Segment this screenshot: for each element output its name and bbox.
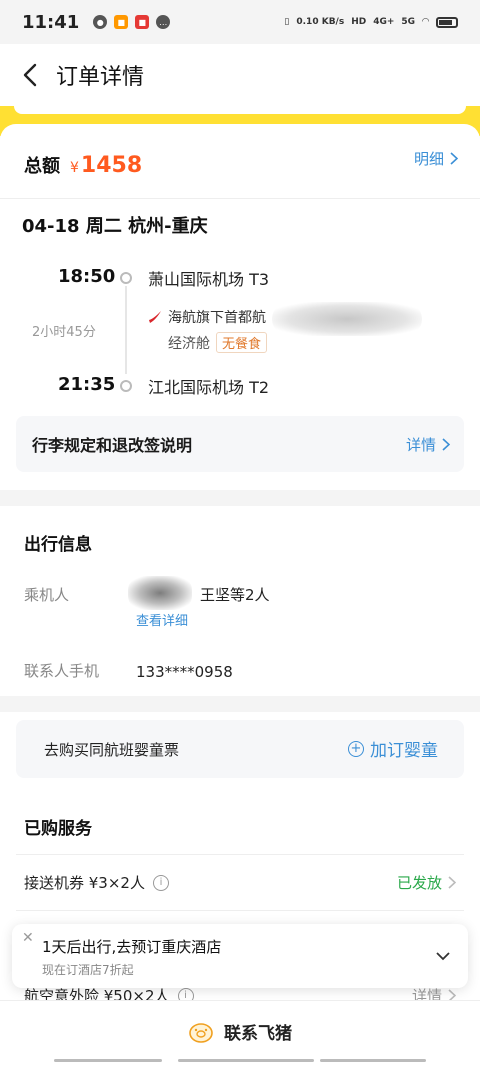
add-infant-label: 加订婴童 (370, 741, 438, 761)
service-status-label: 已发放 (396, 874, 442, 892)
arrive-time: 21:35 (58, 374, 116, 395)
airline-logo-icon (149, 311, 161, 323)
message-icon: … (156, 15, 171, 29)
app-badge-icon: ■ (114, 15, 129, 29)
app-notification-icon: ● (93, 15, 108, 29)
chevron-right-icon (442, 438, 450, 451)
airline-name: 海航旗下首都航 (168, 310, 266, 326)
depart-time: 18:50 (58, 266, 116, 287)
cabin-class: 经济舱 (168, 335, 210, 352)
wifi-icon: ◠ (422, 17, 429, 27)
plus-circle-icon: + (348, 740, 364, 757)
redacted-flight-number (272, 302, 422, 336)
back-arrow-icon[interactable] (10, 55, 50, 95)
bottom-bar: 联系飞猪 (0, 1000, 480, 1066)
nav-indicator (54, 1059, 162, 1062)
total-amount: 1458 (80, 153, 143, 178)
nav-indicator (320, 1059, 426, 1062)
flight-duration: 2小时45分 (32, 325, 96, 340)
contact-fliggy-label: 联系飞猪 (224, 1024, 292, 1044)
luggage-detail-label: 详情 (405, 436, 436, 454)
luggage-policy-row[interactable]: 行李规定和退改签说明 详情 (16, 416, 464, 472)
route-title: 04-18 周二 杭州-重庆 (22, 216, 208, 237)
hotel-promo-popup[interactable]: ✕ 1天后出行,去预订重庆酒店 现在订酒店7折起 (12, 924, 468, 988)
status-bar: 11:41 ● ■ ■ … ▯ 0.10 KB/s HD 4G+ 5G ◠ (0, 0, 480, 44)
hd-badge: HD (351, 17, 367, 27)
travel-section-title: 出行信息 (24, 535, 92, 555)
arrive-dot-icon (120, 380, 132, 392)
net-speed: 0.10 KB/s (296, 17, 345, 27)
chevron-right-icon (450, 152, 458, 165)
passenger-value: 王坚等2人 (200, 586, 270, 604)
passenger-label: 乘机人 (24, 586, 70, 604)
cabin-row: 经济舱 无餐食 (168, 332, 268, 353)
hotel-promo-title: 1天后出行,去预订重庆酒店 (42, 938, 222, 956)
signal-5g: 5G (401, 17, 416, 27)
redacted-passenger-name (128, 576, 192, 610)
service-status: 已发放 (397, 872, 456, 893)
hotel-promo-subtitle: 现在订酒店7折起 (42, 963, 134, 977)
order-card: 总额 ¥ 1458 明细 04-18 周二 杭州-重庆 18:50 萧山国际机场… (0, 124, 480, 490)
close-icon[interactable]: ✕ (22, 930, 34, 946)
travel-info-card: 出行信息 乘机人 王坚等2人 查看详细 联系人手机 133****0958 (0, 506, 480, 696)
contact-value: 133****0958 (136, 663, 233, 681)
timeline-line (125, 286, 127, 374)
total-row: 总额 ¥ 1458 (24, 152, 142, 178)
view-passenger-detail-link[interactable]: 查看详细 (136, 610, 188, 629)
infant-ticket-row: 去购买同航班婴童票 + 加订婴童 (16, 720, 464, 778)
info-icon[interactable]: i (152, 874, 169, 891)
depart-airport: 萧山国际机场 T3 (148, 270, 270, 289)
add-infant-button[interactable]: + 加订婴童 (348, 736, 438, 761)
nav-indicator (178, 1059, 314, 1062)
luggage-detail-link[interactable]: 详情 (406, 434, 450, 455)
vibrate-icon: ▯ (284, 17, 290, 27)
chevron-down-icon[interactable] (436, 946, 450, 965)
price-detail-link[interactable]: 明细 (414, 148, 458, 169)
fliggy-pig-icon (189, 1022, 213, 1043)
luggage-policy-label: 行李规定和退改签说明 (32, 436, 193, 455)
signal-4g: 4G+ (373, 17, 395, 27)
app-red-icon: ■ (135, 15, 150, 29)
currency-symbol: ¥ (70, 160, 79, 176)
meal-badge: 无餐食 (216, 332, 268, 353)
page-title: 订单详情 (56, 65, 145, 90)
divider (16, 854, 464, 855)
service-row[interactable]: 接送机券 ¥3×2人 i 已发放 (24, 872, 456, 893)
status-time: 11:41 (22, 11, 80, 33)
divider (16, 910, 464, 911)
infant-ticket-card: 去购买同航班婴童票 + 加订婴童 (0, 712, 480, 790)
total-label: 总额 (24, 156, 60, 177)
airline-row: 海航旗下首都航 (148, 307, 266, 327)
infant-ticket-text: 去购买同航班婴童票 (44, 741, 180, 759)
nav-bar: 订单详情 (0, 44, 480, 106)
arrive-airport: 江北国际机场 T2 (148, 378, 270, 397)
services-section-title: 已购服务 (24, 819, 92, 839)
price-detail-label: 明细 (413, 150, 444, 168)
depart-dot-icon (120, 272, 132, 284)
status-right: ▯ 0.10 KB/s HD 4G+ 5G ◠ (284, 16, 458, 28)
chevron-right-icon (448, 876, 456, 889)
service-label: 接送机券 ¥3×2人 (24, 874, 145, 892)
battery-icon (436, 16, 458, 28)
divider (0, 198, 480, 199)
contact-label: 联系人手机 (24, 662, 100, 680)
contact-fliggy-button[interactable]: 联系飞猪 (0, 1019, 480, 1044)
